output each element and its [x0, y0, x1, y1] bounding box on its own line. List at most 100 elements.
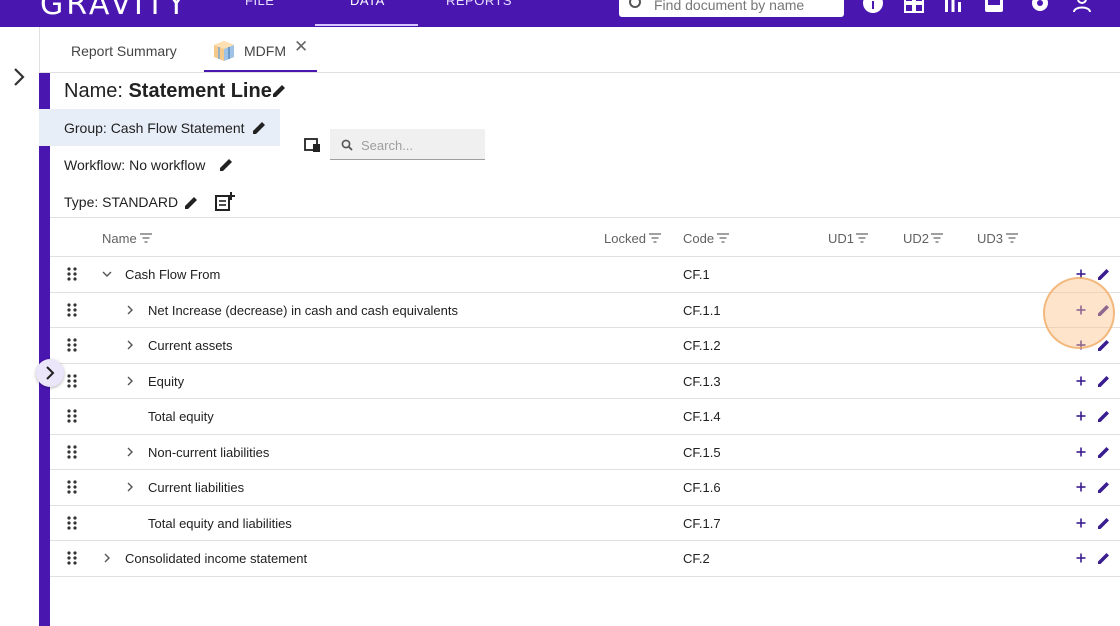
- row-code: CF.1.6: [683, 480, 721, 495]
- pencil-icon[interactable]: [1097, 267, 1111, 281]
- filter-icon[interactable]: [931, 233, 943, 243]
- app-logo: GRAVITY: [40, 0, 189, 22]
- drag-handle-icon[interactable]: [67, 551, 77, 565]
- type-property: Type: STANDARD: [64, 194, 179, 210]
- chevron-right-icon[interactable]: [124, 375, 136, 387]
- row-code: CF.1.7: [683, 515, 721, 531]
- chart-icon[interactable]: [942, 0, 964, 14]
- table-row[interactable]: Non-current liabilities CF.1.5: [50, 435, 1120, 470]
- row-code: CF.1.4: [683, 409, 721, 424]
- info-icon[interactable]: [862, 0, 884, 14]
- plus-icon[interactable]: [1074, 480, 1088, 494]
- table-row[interactable]: Total equity and liabilities CF.1.7: [50, 506, 1120, 541]
- inbox-icon[interactable]: [983, 0, 1005, 14]
- row-code: CF.1.3: [683, 373, 721, 389]
- row-code: CF.2: [683, 551, 710, 566]
- row-name: Consolidated income statement: [125, 551, 308, 566]
- edit-name-pencil-icon[interactable]: [271, 83, 287, 99]
- tab-mdfm[interactable]: MDFM ✕: [204, 27, 317, 72]
- table-row[interactable]: Cash Flow From CF.1: [50, 257, 1120, 293]
- grid-body: Cash Flow From CF.1 Net Increase (decrease…: [50, 257, 1120, 577]
- column-header-ud1[interactable]: UD1: [828, 231, 854, 246]
- pencil-icon[interactable]: [1097, 516, 1111, 530]
- row-code: CF.1.5: [683, 444, 721, 460]
- filter-icon[interactable]: [856, 233, 868, 243]
- row-name: Total equity and liabilities: [148, 515, 292, 531]
- find-document-input[interactable]: Find document by name: [619, 0, 844, 17]
- tab-mdfm-label: MDFM: [244, 43, 286, 59]
- table-row[interactable]: Equity CF.1.3: [50, 364, 1120, 399]
- drag-handle-icon[interactable]: [67, 444, 77, 459]
- pencil-icon[interactable]: [1097, 374, 1111, 388]
- nav-reports[interactable]: REPORTS: [446, 0, 512, 8]
- panel-accent-strip: [39, 73, 50, 626]
- plus-icon[interactable]: [1074, 409, 1088, 423]
- row-name: Current liabilities: [148, 480, 245, 495]
- row-name: Non-current liabilities: [148, 444, 270, 460]
- plus-icon[interactable]: [1074, 374, 1088, 388]
- filter-icon[interactable]: [140, 233, 152, 243]
- drag-handle-icon[interactable]: [67, 409, 77, 423]
- row-name: Current assets: [148, 338, 233, 353]
- drag-handle-icon[interactable]: [67, 480, 77, 494]
- plus-icon[interactable]: [1074, 445, 1088, 459]
- note-add-icon[interactable]: [214, 192, 235, 212]
- row-code: CF.1: [683, 267, 710, 282]
- workflow-property: Workflow: No workflow: [64, 157, 206, 173]
- filter-icon[interactable]: [1006, 233, 1018, 243]
- chevron-right-icon: [46, 366, 55, 380]
- gear-icon[interactable]: [1029, 0, 1051, 14]
- table-row[interactable]: Current assets CF.1.2: [50, 328, 1120, 364]
- nav-file[interactable]: FILE: [245, 0, 274, 8]
- table-row[interactable]: Consolidated income statement CF.2: [50, 541, 1120, 577]
- drag-handle-icon[interactable]: [67, 338, 77, 352]
- grid-search-input[interactable]: Search...: [330, 129, 485, 160]
- edit-group-pencil-icon[interactable]: [251, 120, 267, 136]
- click-indicator: [1043, 277, 1115, 349]
- tab-report-summary[interactable]: Report Summary: [71, 43, 177, 59]
- edit-type-pencil-icon[interactable]: [183, 195, 199, 211]
- drag-handle-icon[interactable]: [67, 302, 77, 317]
- chevron-right-icon[interactable]: [124, 304, 136, 316]
- drag-handle-icon[interactable]: [67, 515, 77, 530]
- plus-icon[interactable]: [1074, 516, 1088, 530]
- nav-active-indicator: [315, 24, 418, 26]
- table-row[interactable]: Net Increase (decrease) in cash and cash…: [50, 293, 1120, 328]
- chevron-right-icon[interactable]: [124, 481, 136, 493]
- group-property: Group: Cash Flow Statement: [64, 120, 245, 136]
- chevron-right-icon[interactable]: [124, 446, 136, 458]
- pencil-icon[interactable]: [1097, 480, 1111, 494]
- column-header-code[interactable]: Code: [683, 231, 714, 246]
- chevron-right-icon[interactable]: [101, 552, 113, 564]
- chevron-right-icon[interactable]: [10, 67, 28, 87]
- chevron-right-icon[interactable]: [124, 339, 136, 351]
- nav-data[interactable]: DATA: [350, 0, 385, 8]
- expand-panel-button[interactable]: [36, 359, 64, 387]
- plus-icon[interactable]: [1074, 551, 1088, 565]
- column-header-ud3[interactable]: UD3: [977, 231, 1003, 246]
- filter-icon[interactable]: [717, 233, 729, 243]
- drag-handle-icon[interactable]: [67, 267, 77, 281]
- table-row[interactable]: Current liabilities CF.1.6: [50, 470, 1120, 506]
- search-icon: [341, 139, 353, 151]
- drag-handle-icon[interactable]: [67, 373, 77, 388]
- pencil-icon[interactable]: [1097, 409, 1111, 423]
- column-header-ud2[interactable]: UD2: [903, 231, 929, 246]
- chevron-down-icon[interactable]: [101, 268, 113, 280]
- filter-icon[interactable]: [649, 233, 661, 243]
- edit-workflow-pencil-icon[interactable]: [218, 157, 234, 173]
- pencil-icon[interactable]: [1097, 551, 1111, 565]
- row-name: Equity: [148, 373, 185, 389]
- user-icon[interactable]: [1071, 0, 1093, 14]
- pencil-icon[interactable]: [1097, 445, 1111, 459]
- row-name: Total equity: [148, 409, 214, 424]
- name-property: Name: Statement Line: [64, 80, 272, 103]
- grid-icon[interactable]: [903, 0, 925, 14]
- table-row[interactable]: Total equity CF.1.4: [50, 399, 1120, 435]
- column-header-locked[interactable]: Locked: [604, 231, 646, 246]
- table-settings-icon[interactable]: [304, 137, 321, 153]
- column-header-name[interactable]: Name: [102, 231, 137, 246]
- close-icon[interactable]: ✕: [294, 37, 308, 57]
- statement-line-grid: Name Locked Code UD1 UD2 UD3 Cash Flow F…: [50, 217, 1120, 577]
- row-code: CF.1.1: [683, 302, 721, 318]
